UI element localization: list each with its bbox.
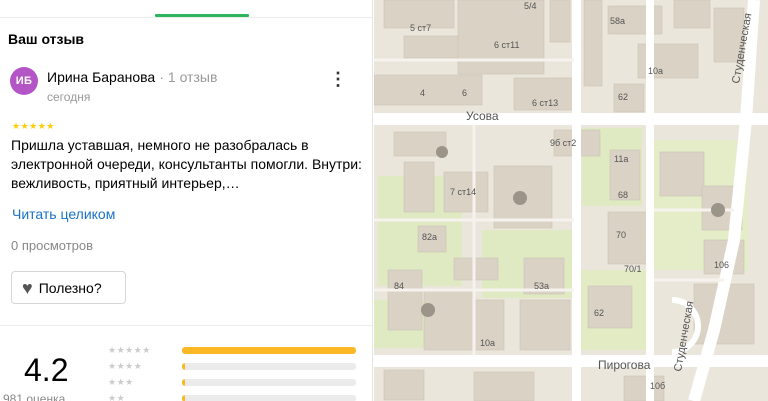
- building-number: 68: [618, 190, 628, 200]
- building-number: 9б ст2: [550, 138, 576, 148]
- tabs-divider: [0, 17, 372, 18]
- poi-marker-icon[interactable]: [421, 303, 435, 317]
- section-divider: [0, 325, 372, 326]
- poi-marker-icon[interactable]: [436, 146, 448, 158]
- histogram-fill: [182, 346, 356, 354]
- histogram-fill: [182, 362, 185, 370]
- histogram-stars: ★★★: [108, 377, 134, 387]
- road-usova: [374, 113, 768, 125]
- separator-dot: ·: [159, 69, 164, 85]
- author-name[interactable]: Ирина Баранова: [47, 69, 155, 85]
- building-number: 10а: [480, 338, 495, 348]
- histogram-stars: ★★★★: [108, 361, 143, 371]
- map-building: [587, 285, 633, 329]
- building-number: 6 ст11: [494, 40, 519, 50]
- building-number: 106: [714, 260, 729, 270]
- histogram-row-4: ★★★★: [108, 361, 356, 371]
- histogram-bar: [182, 346, 356, 354]
- map-canvas[interactable]: Усова Пирогова Студенческая Студенческая…: [374, 0, 768, 401]
- map-building: [473, 371, 535, 401]
- street-label: Пирогова: [598, 358, 651, 372]
- building-number: 7 ст14: [450, 187, 476, 197]
- building-number: 70/1: [624, 264, 642, 274]
- building-number: 82а: [422, 232, 437, 242]
- map-building: [607, 211, 649, 265]
- street-label: Усова: [466, 109, 499, 123]
- histogram-stars: ★★: [108, 393, 126, 401]
- building-number: 62: [618, 92, 628, 102]
- histogram-row-2: ★★: [108, 393, 356, 401]
- map-building: [403, 161, 435, 213]
- map-building: [519, 299, 571, 351]
- more-options-icon[interactable]: ⋮: [329, 70, 348, 88]
- building-number: 62: [594, 308, 604, 318]
- histogram-bar: [182, 394, 356, 401]
- rating-count: 981 оценка: [3, 392, 66, 401]
- read-more-link[interactable]: Читать целиком: [12, 206, 115, 222]
- building-number: 70: [616, 230, 626, 240]
- poi-marker-icon[interactable]: [513, 191, 527, 205]
- poi-marker-icon[interactable]: [711, 203, 725, 217]
- building-number: 10б: [650, 381, 665, 391]
- histogram-fill: [182, 394, 185, 401]
- review-rating-stars: ★★★★★: [12, 121, 55, 131]
- heart-icon: ♥: [22, 277, 33, 298]
- review-panel: Ваш отзыв ИБ Ирина Баранова · 1 отзыв сего…: [0, 0, 373, 401]
- useful-button[interactable]: ♥ Полезно?: [11, 271, 126, 304]
- map-building: [583, 0, 603, 87]
- histogram-fill: [182, 378, 185, 386]
- building-number: 10а: [648, 66, 663, 76]
- histogram-bar: [182, 362, 356, 370]
- building-number: 84: [394, 281, 404, 291]
- review-date: сегодня: [47, 90, 91, 104]
- section-title: Ваш отзыв: [8, 31, 85, 47]
- map-building: [403, 35, 461, 59]
- building-number: 6: [462, 88, 467, 98]
- review-author: Ирина Баранова · 1 отзыв: [47, 69, 217, 85]
- map-building: [423, 289, 475, 351]
- map-building: [383, 369, 425, 401]
- building-number: 5/4: [524, 1, 537, 11]
- map-building: [387, 269, 423, 331]
- building-number: 6 ст13: [532, 98, 558, 108]
- map-building: [457, 0, 545, 75]
- building-number: 4: [420, 88, 425, 98]
- building-number: 53а: [534, 281, 549, 291]
- building-number: 58а: [610, 16, 625, 26]
- useful-label: Полезно?: [38, 279, 102, 296]
- histogram-bar: [182, 378, 356, 386]
- rating-score: 4.2: [24, 352, 69, 388]
- histogram-row-3: ★★★: [108, 377, 356, 387]
- road: [646, 0, 654, 401]
- map-building: [453, 257, 499, 281]
- map-view[interactable]: Усова Пирогова Студенческая Студенческая…: [374, 0, 768, 401]
- map-building: [659, 151, 705, 197]
- building-number: 5 ст7: [410, 23, 431, 33]
- avatar[interactable]: ИБ: [10, 67, 38, 95]
- review-views: 0 просмотров: [11, 238, 94, 253]
- building-number: 11а: [614, 154, 628, 164]
- histogram-stars: ★★★★★: [108, 345, 151, 355]
- map-building: [549, 0, 571, 43]
- author-review-count: 1 отзыв: [167, 69, 218, 85]
- map-building: [673, 0, 711, 29]
- histogram-row-5: ★★★★★: [108, 345, 356, 355]
- review-text: Пришла уставшая, немного не разобралась …: [11, 137, 362, 191]
